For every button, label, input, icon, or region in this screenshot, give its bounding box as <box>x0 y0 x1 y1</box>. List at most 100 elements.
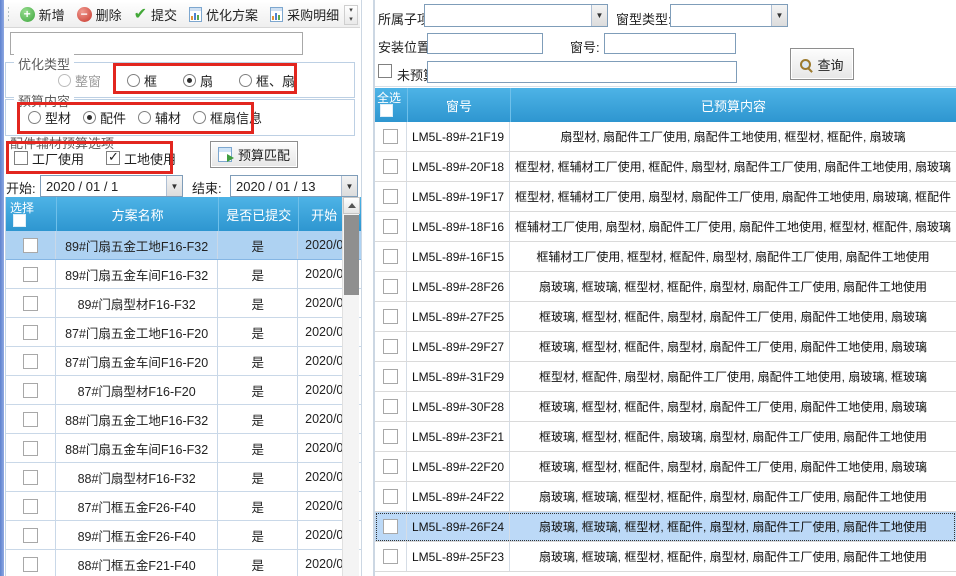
row-checkbox[interactable] <box>383 369 398 384</box>
plan-table-row[interactable]: 89#门框五金F26-F40是2020/0 <box>6 521 362 550</box>
add-button[interactable]: + 新增 <box>14 3 71 26</box>
radio-option-扇[interactable]: 扇 <box>183 71 213 90</box>
budget-table-row[interactable]: LM5L-89#-25F23扇玻璃, 框玻璃, 框型材, 框配件, 扇型材, 扇… <box>375 542 956 572</box>
budget-table-row[interactable]: LM5L-89#-23F21框玻璃, 框型材, 框配件, 扇玻璃, 扇型材, 扇… <box>375 422 956 452</box>
plan-search-input[interactable] <box>10 32 303 55</box>
budget-table-row[interactable]: LM5L-89#-31F29框型材, 框配件, 扇型材, 扇配件工厂使用, 扇配… <box>375 362 956 392</box>
chevron-down-icon[interactable]: ▼ <box>591 5 607 26</box>
budget-table-row[interactable]: LM5L-89#-21F19扇型材, 扇配件工厂使用, 扇配件工地使用, 框型材… <box>375 122 956 152</box>
plan-table-row[interactable]: 89#门扇五金车间F16-F32是2020/0 <box>6 260 362 289</box>
plan-table-row[interactable]: 89#门扇型材F16-F32是2020/0 <box>6 289 362 318</box>
row-checkbox[interactable] <box>23 325 38 340</box>
budget-table-row[interactable]: LM5L-89#-28F26扇玻璃, 框玻璃, 框型材, 框配件, 扇型材, 扇… <box>375 272 956 302</box>
row-checkbox[interactable] <box>23 499 38 514</box>
budget-table-row[interactable]: LM5L-89#-19F17框型材, 框辅材工厂使用, 扇型材, 扇配件工厂使用… <box>375 182 956 212</box>
plan-table-scrollbar[interactable] <box>342 197 359 576</box>
end-date-picker[interactable]: 2020 / 01 / 13 ▼ <box>230 175 358 197</box>
plan-table-row[interactable]: 87#门框五金F26-F40是2020/0 <box>6 492 362 521</box>
plan-table-row[interactable]: 88#门扇五金车间F16-F32是2020/0 <box>6 434 362 463</box>
optimize-plan-button[interactable]: 优化方案 <box>183 3 264 26</box>
row-checkbox[interactable] <box>23 296 38 311</box>
budget-table-row[interactable]: LM5L-89#-24F22扇玻璃, 框玻璃, 框型材, 框配件, 扇型材, 扇… <box>375 482 956 512</box>
start-date-picker[interactable]: 2020 / 01 / 1 ▼ <box>40 175 183 197</box>
budget-table-row[interactable]: LM5L-89#-29F27框玻璃, 框型材, 框配件, 扇型材, 扇配件工厂使… <box>375 332 956 362</box>
checkbox-option-工厂使用[interactable]: 工厂使用 <box>14 149 84 168</box>
radio-icon[interactable] <box>83 111 96 124</box>
row-checkbox[interactable] <box>23 354 38 369</box>
row-checkbox[interactable] <box>383 519 398 534</box>
radio-option-配件[interactable]: 配件 <box>83 108 126 127</box>
toolbar-overflow-button[interactable]: ▾▾ <box>344 5 358 25</box>
row-checkbox[interactable] <box>383 459 398 474</box>
radio-icon[interactable] <box>138 111 151 124</box>
budget-table-row[interactable]: LM5L-89#-22F20框玻璃, 框型材, 框配件, 扇型材, 扇配件工厂使… <box>375 452 956 482</box>
budget-table-row[interactable]: LM5L-89#-20F18框型材, 框辅材工厂使用, 框配件, 扇型材, 扇配… <box>375 152 956 182</box>
submitted-column-header[interactable]: 是否已提交 <box>218 197 298 231</box>
row-checkbox[interactable] <box>383 219 398 234</box>
chevron-down-icon[interactable]: ▼ <box>166 176 182 196</box>
plan-table-row[interactable]: 87#门扇型材F16-F20是2020/0 <box>6 376 362 405</box>
budget-table-row[interactable]: LM5L-89#-26F24扇玻璃, 框玻璃, 框型材, 框配件, 扇型材, 扇… <box>375 512 956 542</box>
radio-option-辅材[interactable]: 辅材 <box>138 108 181 127</box>
radio-icon[interactable] <box>183 74 196 87</box>
plan-table-row[interactable]: 88#门扇型材F16-F32是2020/0 <box>6 463 362 492</box>
row-checkbox[interactable] <box>383 189 398 204</box>
row-checkbox[interactable] <box>23 470 38 485</box>
budgeted-content-column-header[interactable]: 已预算内容 <box>510 88 956 122</box>
toolbar-grip[interactable] <box>8 7 9 23</box>
row-checkbox[interactable] <box>383 249 398 264</box>
row-checkbox[interactable] <box>23 238 38 253</box>
no-budget-input[interactable] <box>427 61 737 83</box>
no-budget-checkbox[interactable] <box>378 64 392 78</box>
row-checkbox[interactable] <box>23 383 38 398</box>
row-checkbox[interactable] <box>383 399 398 414</box>
delete-button[interactable]: − 删除 <box>71 3 128 26</box>
radio-option-型材[interactable]: 型材 <box>28 108 71 127</box>
row-checkbox[interactable] <box>383 339 398 354</box>
radio-icon[interactable] <box>28 111 41 124</box>
budget-table-row[interactable]: LM5L-89#-16F15框辅材工厂使用, 框型材, 框配件, 扇型材, 扇配… <box>375 242 956 272</box>
budget-table-row[interactable]: LM5L-89#-30F28框玻璃, 框型材, 框配件, 扇型材, 扇配件工厂使… <box>375 392 956 422</box>
row-checkbox[interactable] <box>383 489 398 504</box>
checkbox-icon[interactable] <box>106 151 120 165</box>
plan-table-row[interactable]: 88#门扇五金工地F16-F32是2020/0 <box>6 405 362 434</box>
radio-icon[interactable] <box>239 74 252 87</box>
row-checkbox[interactable] <box>383 159 398 174</box>
plan-table-row[interactable]: 87#门扇五金车间F16-F20是2020/0 <box>6 347 362 376</box>
checkbox-option-工地使用[interactable]: 工地使用 <box>106 149 176 168</box>
row-checkbox[interactable] <box>23 557 38 572</box>
plan-table-row[interactable]: 88#门框五金F21-F40是2020/0 <box>6 550 362 576</box>
plan-table-row[interactable]: 87#门扇五金工地F16-F20是2020/0 <box>6 318 362 347</box>
scroll-up-button[interactable] <box>343 197 360 214</box>
query-button[interactable]: 查询 <box>790 48 854 80</box>
radio-icon[interactable] <box>193 111 206 124</box>
plan-table-row[interactable]: 89#门扇五金工地F16-F32是2020/0 <box>6 231 362 260</box>
submit-button[interactable]: ✔ 提交 <box>128 3 183 26</box>
window-number-input[interactable] <box>604 33 736 54</box>
row-checkbox[interactable] <box>23 528 38 543</box>
row-checkbox[interactable] <box>383 279 398 294</box>
row-checkbox[interactable] <box>23 412 38 427</box>
radio-icon[interactable] <box>127 74 140 87</box>
panel-splitter[interactable] <box>361 0 374 576</box>
budget-match-button[interactable]: 预算匹配 <box>210 141 298 168</box>
checkbox-icon[interactable] <box>14 151 28 165</box>
row-checkbox[interactable] <box>23 267 38 282</box>
radio-option-框扇信息[interactable]: 框扇信息 <box>193 108 262 127</box>
budget-table-row[interactable]: LM5L-89#-18F16框辅材工厂使用, 扇型材, 扇配件工厂使用, 扇配件… <box>375 212 956 242</box>
plan-name-column-header[interactable]: 方案名称 <box>56 197 219 231</box>
row-checkbox[interactable] <box>383 309 398 324</box>
chevron-down-icon[interactable]: ▼ <box>771 5 787 26</box>
row-checkbox[interactable] <box>383 549 398 564</box>
chevron-down-icon[interactable]: ▼ <box>341 176 357 196</box>
window-number-column-header[interactable]: 窗号 <box>407 88 510 122</box>
select-all-checkbox[interactable] <box>380 104 393 117</box>
window-type-combobox[interactable]: ▼ <box>670 4 788 27</box>
budget-table-row[interactable]: LM5L-89#-27F25框玻璃, 框型材, 框配件, 扇型材, 扇配件工厂使… <box>375 302 956 332</box>
radio-option-框、扇[interactable]: 框、扇 <box>239 71 295 90</box>
sub-item-combobox[interactable]: ▼ <box>424 4 608 27</box>
row-checkbox[interactable] <box>23 441 38 456</box>
radio-option-框[interactable]: 框 <box>127 71 157 90</box>
select-all-checkbox[interactable] <box>13 214 26 227</box>
row-checkbox[interactable] <box>383 429 398 444</box>
